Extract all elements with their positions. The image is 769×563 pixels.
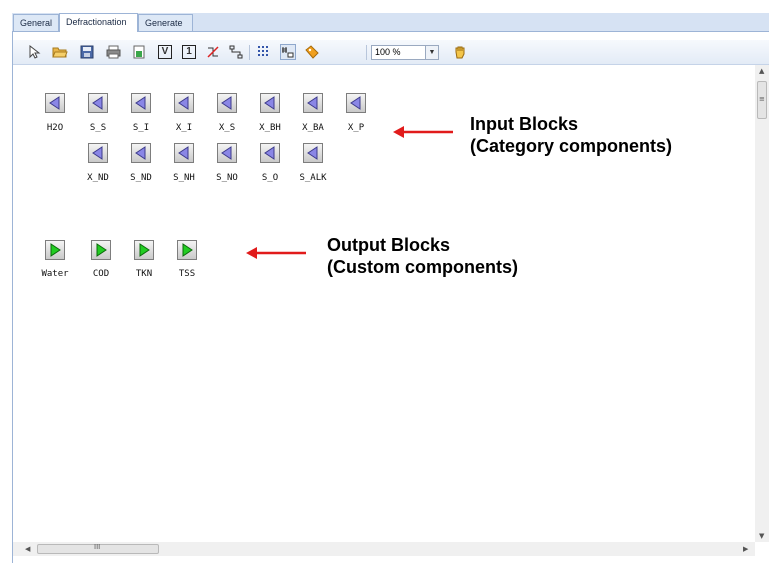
input-annotation-arrow [393, 126, 453, 138]
input-block[interactable] [174, 93, 194, 113]
scroll-down-icon[interactable]: ▼ [759, 532, 764, 540]
output-block[interactable] [134, 240, 154, 260]
v-block-icon[interactable]: V [157, 44, 173, 60]
output-annotation-subtitle: (Custom components) [327, 257, 518, 277]
input-block[interactable] [217, 93, 237, 113]
scroll-right-icon[interactable]: ▶ [743, 545, 748, 553]
input-block[interactable] [303, 143, 323, 163]
output-block[interactable] [91, 240, 111, 260]
zoom-select[interactable]: 100 % ▼ [371, 45, 439, 60]
connect-icon[interactable] [205, 44, 221, 60]
toolbar-separator [249, 45, 250, 60]
save-icon[interactable] [79, 44, 95, 60]
horizontal-scroll-grip: III [94, 543, 101, 551]
tab-general[interactable]: General [13, 14, 59, 31]
tag-icon[interactable] [304, 44, 320, 60]
toolbar-separator [366, 45, 367, 60]
output-annotation-title: Output Blocks [327, 235, 451, 255]
input-annotation-subtitle: (Category components) [470, 136, 673, 156]
chevron-down-icon[interactable]: ▼ [425, 46, 438, 59]
tab-generate[interactable]: Generate [138, 14, 193, 31]
print-icon[interactable] [105, 44, 121, 60]
open-folder-icon[interactable] [52, 44, 68, 60]
input-block[interactable] [303, 93, 323, 113]
input-block[interactable] [131, 143, 151, 163]
input-block-label: S_ALK [299, 173, 327, 183]
scroll-up-icon[interactable]: ▲ [759, 67, 764, 75]
vertical-scroll-grip: ≡ [759, 95, 765, 103]
input-block[interactable] [217, 143, 237, 163]
output-block-label: TSS [178, 269, 196, 279]
input-block[interactable] [45, 93, 65, 113]
one-block-icon[interactable]: 1 [181, 44, 197, 60]
input-block[interactable] [131, 93, 151, 113]
route-icon[interactable] [228, 44, 244, 60]
output-block[interactable] [177, 240, 197, 260]
output-block-label: Water [41, 269, 69, 279]
export-icon[interactable] [131, 44, 147, 60]
input-block[interactable] [260, 143, 280, 163]
one-block-label: 1 [182, 45, 196, 59]
scroll-left-icon[interactable]: ◀ [25, 545, 30, 553]
v-block-label: V [158, 45, 172, 59]
snap-icon[interactable] [280, 44, 296, 60]
input-block[interactable] [88, 93, 108, 113]
grid-icon[interactable] [256, 44, 272, 60]
pointer-icon[interactable] [26, 44, 42, 60]
output-annotation-arrow [246, 247, 306, 259]
input-block[interactable] [88, 143, 108, 163]
input-annotation-title: Input Blocks [470, 114, 579, 134]
pan-hand-icon[interactable] [452, 44, 468, 60]
input-block[interactable] [346, 93, 366, 113]
input-block[interactable] [260, 93, 280, 113]
tab-defractionation[interactable]: Defractionation [59, 13, 138, 32]
input-block[interactable] [174, 143, 194, 163]
vertical-scrollbar[interactable] [755, 65, 769, 542]
zoom-value: 100 % [375, 47, 401, 57]
output-block[interactable] [45, 240, 65, 260]
input-block-label: X_P [347, 123, 365, 133]
